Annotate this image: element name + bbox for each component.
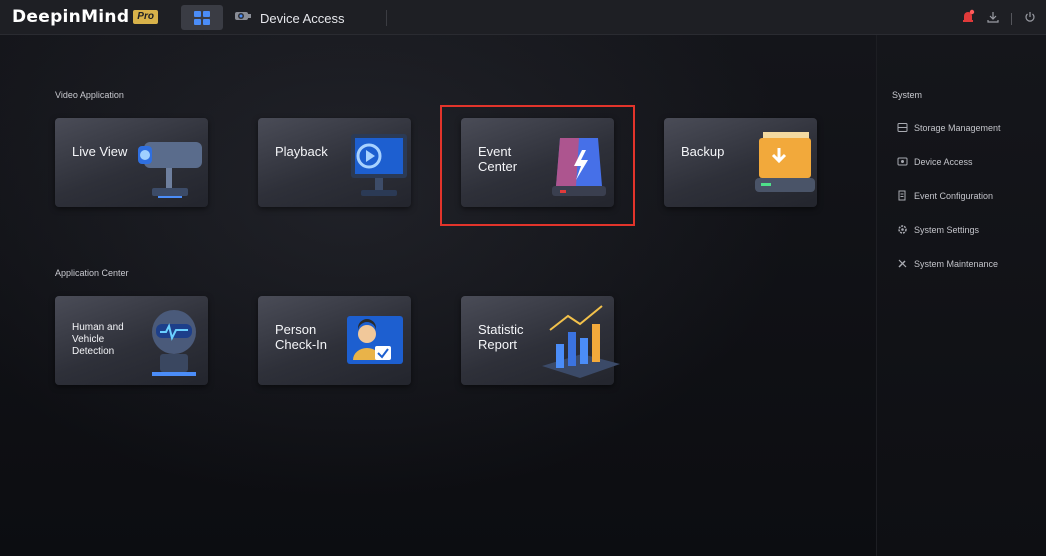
camera-icon	[234, 9, 252, 28]
sidebar-item-system-maintenance[interactable]: System Maintenance	[897, 258, 998, 269]
sidebar-item-label: System Settings	[914, 224, 980, 235]
backup-folder-icon	[739, 124, 829, 219]
card-label: Person Check-In	[275, 322, 328, 352]
power-icon[interactable]	[1024, 10, 1036, 28]
sidebar-item-label: Event Configuration	[914, 190, 994, 201]
header-separator	[1011, 12, 1012, 25]
alarm-icon[interactable]	[961, 9, 975, 28]
card-human-vehicle-detection[interactable]: Human and Vehicle Detection	[55, 296, 208, 385]
section-title-application-center: Application Center	[55, 268, 129, 278]
sidebar-item-system-settings[interactable]: System Settings	[897, 224, 979, 235]
camera-icon	[130, 124, 220, 219]
sidebar-item-storage-management[interactable]: Storage Management	[897, 122, 1001, 133]
device-icon	[897, 156, 908, 167]
card-backup[interactable]: Backup	[664, 118, 817, 207]
tab-home[interactable]	[181, 5, 223, 30]
card-person-check-in[interactable]: Person Check-In	[258, 296, 411, 385]
wrench-icon	[897, 258, 908, 269]
event-center-highlight	[440, 105, 635, 226]
card-label: Human and Vehicle Detection	[72, 322, 124, 357]
sidebar-item-event-configuration[interactable]: Event Configuration	[897, 190, 993, 201]
card-statistic-report[interactable]: Statistic Report	[461, 296, 620, 385]
card-label: Live View	[72, 144, 128, 159]
card-live-view[interactable]: Live View	[55, 118, 208, 207]
card-playback[interactable]: Playback	[258, 118, 411, 207]
tab-label: Device Access	[260, 10, 345, 26]
playback-icon	[333, 124, 423, 219]
grid-icon	[194, 10, 210, 25]
top-bar: DeepinMind Pro Device Access	[0, 0, 1046, 35]
header-actions	[961, 9, 1036, 28]
app-logo: DeepinMind Pro	[12, 6, 158, 28]
storage-icon	[897, 122, 908, 133]
sidebar-item-device-access[interactable]: Device Access	[897, 156, 973, 167]
sidebar-item-label: System Maintenance	[914, 258, 999, 269]
person-checkin-icon	[333, 302, 423, 397]
section-title-video-application: Video Application	[55, 90, 124, 100]
event-config-icon	[897, 190, 908, 201]
card-label: Statistic Report	[478, 322, 524, 352]
sidebar-item-label: Device Access	[914, 156, 973, 167]
sidebar-item-label: Storage Management	[914, 122, 1001, 133]
logo-badge: Pro	[133, 10, 158, 24]
tab-divider	[386, 10, 387, 26]
card-label: Backup	[681, 144, 725, 159]
system-sidebar	[876, 35, 1046, 556]
logo-text: DeepinMind	[12, 7, 130, 27]
gear-icon	[897, 224, 908, 235]
sidebar-title: System	[892, 90, 923, 100]
bar-chart-icon	[536, 302, 626, 397]
card-label: Playback	[275, 144, 328, 159]
robot-icon	[130, 302, 220, 397]
download-icon[interactable]	[987, 10, 999, 28]
tab-device-access[interactable]: Device Access	[234, 8, 345, 28]
